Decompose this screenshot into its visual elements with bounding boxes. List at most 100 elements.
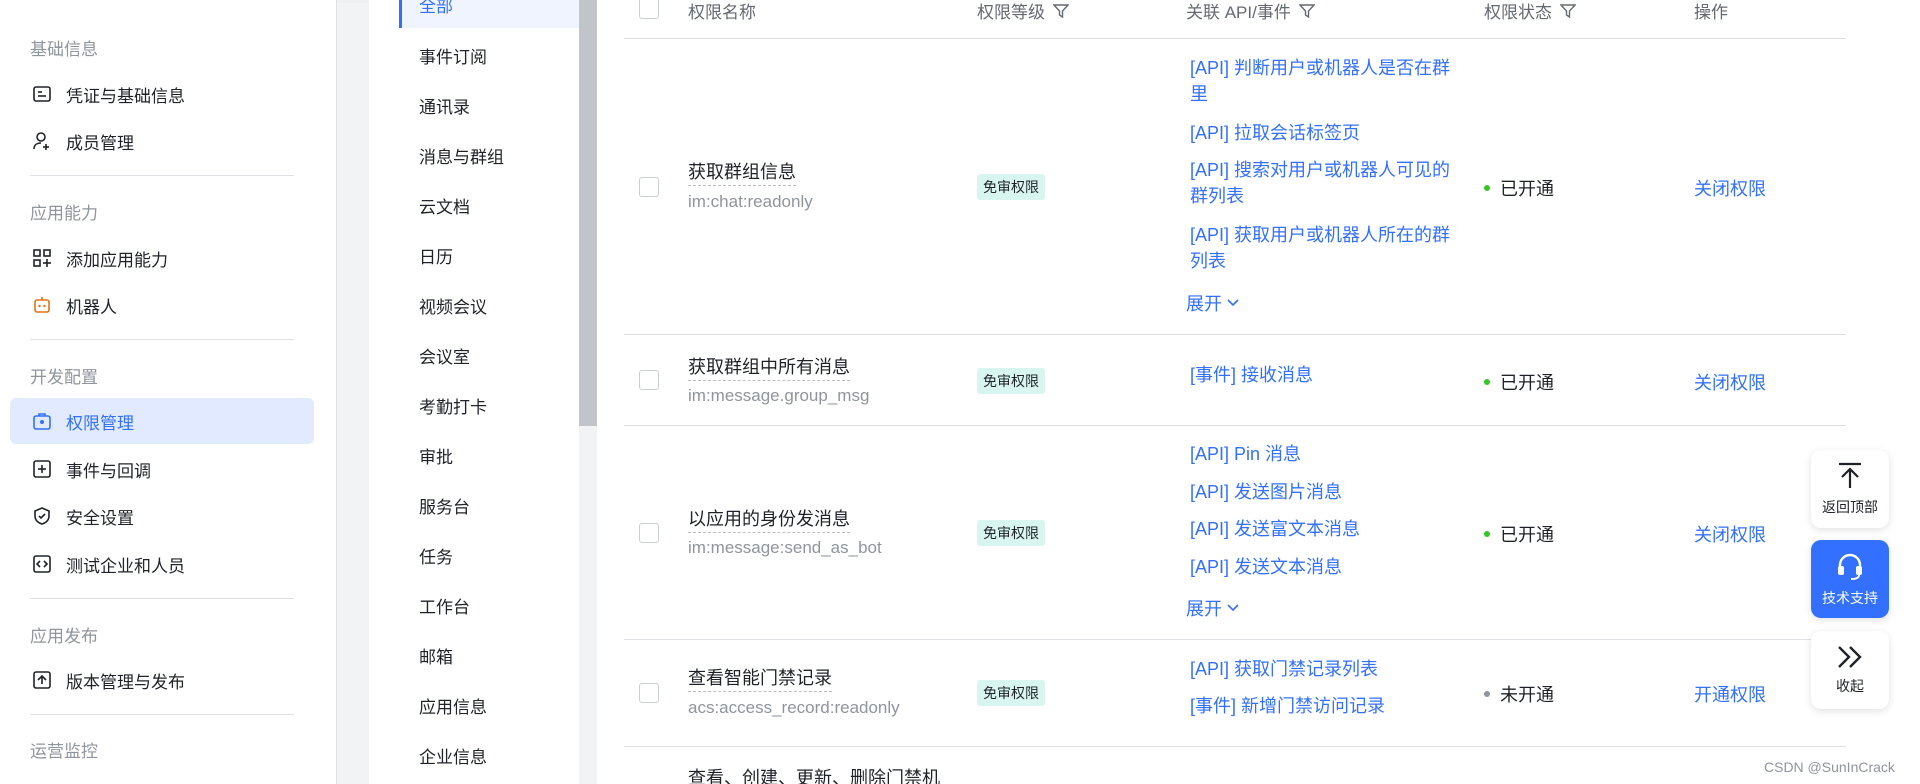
sidebar-item-label: 测试企业和人员 bbox=[66, 556, 185, 576]
apps-add-icon bbox=[30, 246, 54, 270]
api-link[interactable]: [API] 搜索对用户或机器人可见的群列表 bbox=[1190, 157, 1460, 209]
permission-code: im:message:send_as_bot bbox=[688, 538, 882, 557]
upload-icon bbox=[30, 668, 54, 692]
category-item[interactable]: 企业信息 bbox=[419, 743, 487, 768]
row-checkbox[interactable] bbox=[639, 683, 659, 703]
sidebar-item-versions[interactable]: 版本管理与发布 bbox=[10, 657, 314, 703]
filter-icon[interactable] bbox=[1560, 3, 1576, 18]
open-permission-link[interactable]: 开通权限 bbox=[1694, 681, 1766, 707]
category-item[interactable]: 工作台 bbox=[419, 593, 470, 618]
category-item[interactable]: 会议室 bbox=[419, 343, 470, 368]
row-checkbox[interactable] bbox=[639, 370, 659, 390]
sidebar-item-credentials[interactable]: 凭证与基础信息 bbox=[10, 71, 314, 117]
event-icon bbox=[30, 457, 54, 481]
status-enabled: 已开通 bbox=[1484, 369, 1554, 395]
double-chevron-right-icon bbox=[1838, 646, 1862, 668]
sidebar-item-robot[interactable]: 机器人 bbox=[10, 282, 314, 328]
event-link[interactable]: [事件] 新增门禁访问记录 bbox=[1190, 693, 1460, 719]
category-scrollbar-thumb[interactable] bbox=[579, 0, 597, 426]
sidebar-divider bbox=[30, 714, 294, 715]
tech-support-button[interactable]: 技术支持 bbox=[1811, 540, 1889, 618]
status-dot bbox=[1484, 379, 1490, 385]
header-name: 权限名称 bbox=[688, 3, 756, 22]
close-permission-link[interactable]: 关闭权限 bbox=[1694, 175, 1766, 201]
category-item[interactable]: 通讯录 bbox=[419, 93, 470, 118]
category-item[interactable]: 事件订阅 bbox=[419, 43, 487, 68]
sidebar-item-events[interactable]: 事件与回调 bbox=[10, 446, 314, 492]
status-disabled: 未开通 bbox=[1484, 681, 1554, 707]
sidebar-item-label: 事件与回调 bbox=[66, 461, 151, 481]
permission-name: 查看、创建、更新、删除门禁机 bbox=[688, 768, 940, 784]
header-action: 操作 bbox=[1694, 3, 1728, 22]
code-icon bbox=[30, 552, 54, 576]
api-link[interactable]: [API] 获取门禁记录列表 bbox=[1190, 656, 1460, 682]
category-item[interactable]: 视频会议 bbox=[419, 293, 487, 318]
sidebar-group-title: 开发配置 bbox=[30, 368, 98, 387]
table-divider bbox=[624, 425, 1846, 426]
sidebar-divider bbox=[30, 339, 294, 340]
permission-name: 查看智能门禁记录 bbox=[688, 664, 832, 692]
level-badge: 免审权限 bbox=[977, 680, 1045, 706]
sidebar-item-permissions[interactable]: 权限管理 bbox=[10, 398, 314, 444]
sidebar-item-label: 成员管理 bbox=[66, 133, 134, 153]
category-item[interactable]: 审批 bbox=[419, 443, 453, 468]
category-item-all[interactable]: 全部 bbox=[399, 0, 579, 28]
api-link[interactable]: [API] 获取用户或机器人所在的群列表 bbox=[1190, 222, 1460, 274]
permission-icon bbox=[30, 409, 54, 433]
filter-icon[interactable] bbox=[1298, 3, 1315, 18]
category-item[interactable]: 邮箱 bbox=[419, 643, 453, 668]
category-list: 全部 事件订阅 通讯录 消息与群组 云文档 日历 视频会议 会议室 考勤打卡 审… bbox=[369, 0, 579, 784]
sidebar-item-label: 机器人 bbox=[66, 297, 117, 317]
event-link[interactable]: [事件] 接收消息 bbox=[1190, 362, 1460, 388]
permission-code: im:message.group_msg bbox=[688, 386, 870, 405]
api-link[interactable]: [API] 发送富文本消息 bbox=[1190, 516, 1460, 542]
permission-code: acs:access_record:readonly bbox=[688, 698, 900, 717]
api-link[interactable]: [API] Pin 消息 bbox=[1190, 441, 1460, 467]
expand-button[interactable]: 展开 bbox=[1186, 290, 1240, 316]
row-checkbox[interactable] bbox=[639, 177, 659, 197]
close-permission-link[interactable]: 关闭权限 bbox=[1694, 369, 1766, 395]
sidebar-item-label: 安全设置 bbox=[66, 508, 134, 528]
category-item[interactable]: 消息与群组 bbox=[419, 143, 504, 168]
permission-name: 获取群组中所有消息 bbox=[688, 353, 850, 381]
sidebar-item-add-capability[interactable]: 添加应用能力 bbox=[10, 235, 314, 281]
chevron-down-icon bbox=[1227, 299, 1239, 307]
sidebar-item-members[interactable]: 成员管理 bbox=[10, 118, 314, 164]
sidebar-item-security[interactable]: 安全设置 bbox=[10, 493, 314, 539]
api-link[interactable]: [API] 发送图片消息 bbox=[1190, 479, 1460, 505]
api-link[interactable]: [API] 判断用户或机器人是否在群里 bbox=[1190, 55, 1460, 107]
back-to-top-button[interactable]: 返回顶部 bbox=[1811, 450, 1889, 528]
api-link[interactable]: [API] 拉取会话标签页 bbox=[1190, 120, 1460, 146]
status-enabled: 已开通 bbox=[1484, 175, 1554, 201]
filter-icon[interactable] bbox=[1053, 3, 1069, 18]
category-item[interactable]: 任务 bbox=[419, 543, 453, 568]
category-item[interactable]: 考勤打卡 bbox=[419, 393, 487, 418]
permission-code: im:chat:readonly bbox=[688, 192, 813, 211]
table-divider bbox=[624, 334, 1846, 335]
level-badge: 免审权限 bbox=[977, 368, 1045, 394]
category-item[interactable]: 应用信息 bbox=[419, 693, 487, 718]
collapse-button[interactable]: 收起 bbox=[1811, 631, 1889, 709]
row-checkbox[interactable] bbox=[639, 523, 659, 543]
category-item[interactable]: 云文档 bbox=[419, 193, 470, 218]
sidebar-group-title: 应用发布 bbox=[30, 627, 98, 646]
table-divider bbox=[624, 639, 1846, 640]
sidebar-item-label: 权限管理 bbox=[66, 413, 134, 433]
status-dot bbox=[1484, 691, 1490, 697]
permission-name: 获取群组信息 bbox=[688, 158, 796, 186]
table-divider bbox=[624, 38, 1846, 39]
api-link[interactable]: [API] 发送文本消息 bbox=[1190, 554, 1460, 580]
robot-icon bbox=[30, 293, 54, 317]
level-badge: 免审权限 bbox=[977, 174, 1045, 200]
category-item[interactable]: 日历 bbox=[419, 243, 453, 268]
sidebar-item-test-org[interactable]: 测试企业和人员 bbox=[10, 541, 314, 587]
expand-button[interactable]: 展开 bbox=[1186, 595, 1240, 621]
select-all-checkbox[interactable] bbox=[639, 0, 659, 19]
headset-icon bbox=[1838, 553, 1862, 580]
user-add-icon bbox=[30, 129, 54, 153]
status-dot bbox=[1484, 531, 1490, 537]
header-level: 权限等级 bbox=[977, 0, 1069, 23]
category-item[interactable]: 服务台 bbox=[419, 493, 470, 518]
level-badge: 免审权限 bbox=[977, 520, 1045, 546]
close-permission-link[interactable]: 关闭权限 bbox=[1694, 521, 1766, 547]
